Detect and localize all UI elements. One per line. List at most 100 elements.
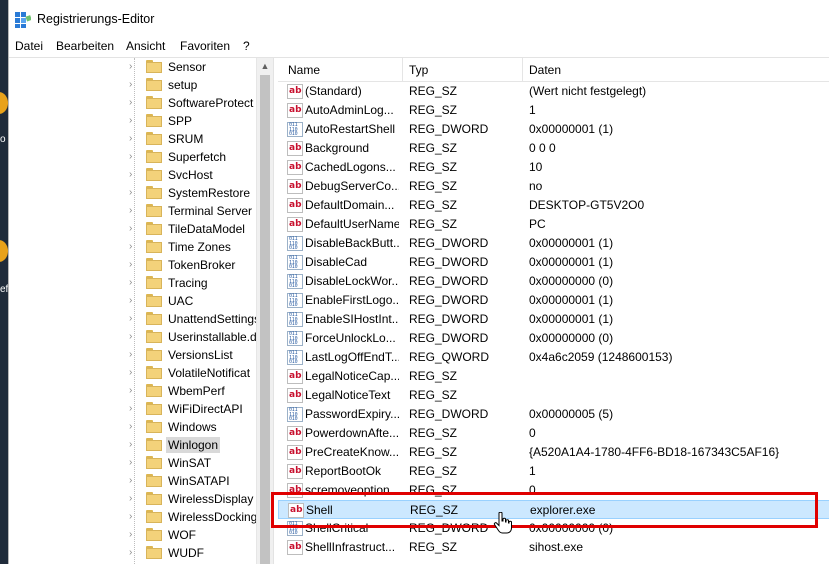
tree-item[interactable]: › TileDataModel <box>9 220 256 238</box>
tree-item[interactable]: › Time Zones <box>9 238 256 256</box>
expand-chevron-icon[interactable]: › <box>129 61 139 73</box>
expand-chevron-icon[interactable]: › <box>129 349 139 361</box>
column-header-data[interactable]: Daten <box>525 58 561 82</box>
expand-chevron-icon[interactable]: › <box>129 241 139 253</box>
expand-chevron-icon[interactable]: › <box>129 259 139 271</box>
tree-item[interactable]: › WirelessDisplay <box>9 490 256 508</box>
menu-help[interactable]: ? <box>242 39 251 53</box>
registry-value-row[interactable]: 011 110 010 EnableFirstLogo... REG_DWORD 0x00… <box>278 291 829 310</box>
expand-chevron-icon[interactable]: › <box>129 421 139 433</box>
column-divider[interactable] <box>402 58 403 82</box>
registry-value-row[interactable]: ab DebugServerCo... REG_SZ no <box>278 177 829 196</box>
registry-value-row[interactable]: 011 110 010 DisableCad REG_DWORD 0x00000001 (… <box>278 253 829 272</box>
menu-favoriten[interactable]: Favoriten <box>179 39 231 53</box>
expand-chevron-icon[interactable]: › <box>129 529 139 541</box>
expand-chevron-icon[interactable]: › <box>129 313 139 325</box>
expand-chevron-icon[interactable]: › <box>129 151 139 163</box>
tree-item[interactable]: › Superfetch <box>9 148 256 166</box>
expand-chevron-icon[interactable]: › <box>129 547 139 559</box>
expand-chevron-icon[interactable]: › <box>129 403 139 415</box>
tree-item[interactable]: › Sensor <box>9 58 256 76</box>
registry-value-row[interactable]: ab Background REG_SZ 0 0 0 <box>278 139 829 158</box>
menu-datei[interactable]: Datei <box>14 39 44 53</box>
tree-item[interactable]: › SvcHost <box>9 166 256 184</box>
scrollbar-thumb[interactable] <box>260 75 270 564</box>
folder-icon <box>146 312 162 325</box>
registry-value-row[interactable]: ab AutoAdminLog... REG_SZ 1 <box>278 101 829 120</box>
registry-value-row[interactable]: 011 110 010 ForceUnlockLo... REG_DWORD 0x0000… <box>278 329 829 348</box>
tree-item[interactable]: › WinSATAPI <box>9 472 256 490</box>
registry-value-row[interactable]: ab CachedLogons... REG_SZ 10 <box>278 158 829 177</box>
registry-value-row[interactable]: ab LegalNoticeCap... REG_SZ <box>278 367 829 386</box>
tree-item[interactable]: › VersionsList <box>9 346 256 364</box>
expand-chevron-icon[interactable]: › <box>129 133 139 145</box>
menu-ansicht[interactable]: Ansicht <box>125 39 166 53</box>
tree-item[interactable]: › UnattendSettings <box>9 310 256 328</box>
expand-chevron-icon[interactable]: › <box>129 187 139 199</box>
registry-value-row[interactable]: ab DefaultUserName REG_SZ PC <box>278 215 829 234</box>
list-header: Name Typ Daten <box>278 58 829 82</box>
expand-chevron-icon[interactable]: › <box>129 511 139 523</box>
value-type: REG_DWORD <box>409 331 489 345</box>
tree-item[interactable]: › Tracing <box>9 274 256 292</box>
tree-item[interactable]: › setup <box>9 76 256 94</box>
tree-item[interactable]: › WinSAT <box>9 454 256 472</box>
tree-item[interactable]: › Winlogon <box>9 436 256 454</box>
tree-item[interactable]: › Userinstallable.d <box>9 328 256 346</box>
tree-item[interactable]: › UAC <box>9 292 256 310</box>
desktop-app-icon[interactable] <box>0 92 8 114</box>
expand-chevron-icon[interactable]: › <box>129 277 139 289</box>
registry-value-row[interactable]: ab LegalNoticeText REG_SZ <box>278 386 829 405</box>
registry-value-row[interactable]: 011 110 010 EnableSIHostInt... REG_DWORD 0x00… <box>278 310 829 329</box>
registry-value-row[interactable]: ab PreCreateKnow... REG_SZ {A520A1A4-1780-4… <box>278 443 829 462</box>
registry-value-row[interactable]: 011 110 010 LastLogOffEndT... REG_QWORD 0x4a6… <box>278 348 829 367</box>
registry-value-row[interactable]: ab ShellInfrastruct... REG_SZ sihost.exe <box>278 538 829 557</box>
expand-chevron-icon[interactable]: › <box>129 223 139 235</box>
column-header-type[interactable]: Typ <box>405 58 428 82</box>
expand-chevron-icon[interactable]: › <box>129 493 139 505</box>
desktop-app-icon[interactable] <box>0 240 8 262</box>
tree-item[interactable]: › WirelessDocking <box>9 508 256 526</box>
expand-chevron-icon[interactable]: › <box>129 331 139 343</box>
tree-item[interactable]: › Windows <box>9 418 256 436</box>
column-divider[interactable] <box>522 58 523 82</box>
registry-tree-pane[interactable]: › Sensor › setup › SoftwareProtect › SPP › SRUM › S… <box>9 58 256 564</box>
tree-item[interactable]: › WbemPerf <box>9 382 256 400</box>
registry-value-row[interactable]: ab (Standard) REG_SZ (Wert nicht festgelegt… <box>278 82 829 101</box>
expand-chevron-icon[interactable]: › <box>129 79 139 91</box>
expand-chevron-icon[interactable]: › <box>129 439 139 451</box>
tree-item[interactable]: › WiFiDirectAPI <box>9 400 256 418</box>
expand-chevron-icon[interactable]: › <box>129 475 139 487</box>
registry-value-row[interactable]: ab DefaultDomain... REG_SZ DESKTOP-GT5V2O0 <box>278 196 829 215</box>
expand-chevron-icon[interactable]: › <box>129 169 139 181</box>
registry-value-row[interactable]: 011 110 010 DisableBackButt... REG_DWORD 0x00… <box>278 234 829 253</box>
tree-item[interactable]: › SRUM <box>9 130 256 148</box>
expand-chevron-icon[interactable]: › <box>129 295 139 307</box>
tree-item[interactable]: › SystemRestore <box>9 184 256 202</box>
tree-item[interactable]: › SPP <box>9 112 256 130</box>
tree-vertical-scrollbar[interactable]: ▲ <box>256 58 273 564</box>
expand-chevron-icon[interactable]: › <box>129 367 139 379</box>
tree-item[interactable]: › VolatileNotificat <box>9 364 256 382</box>
expand-chevron-icon[interactable]: › <box>129 457 139 469</box>
tree-item[interactable]: › TokenBroker <box>9 256 256 274</box>
registry-values-list[interactable]: Name Typ Daten ab (Standard) REG_SZ (Wert n… <box>278 58 829 564</box>
registry-value-row[interactable]: 011 110 010 AutoRestartShell REG_DWORD 0x0000… <box>278 120 829 139</box>
title-bar[interactable]: Registrierungs-Editor <box>9 0 829 38</box>
registry-value-row[interactable]: ab ReportBootOk REG_SZ 1 <box>278 462 829 481</box>
tree-item[interactable]: › Terminal Server <box>9 202 256 220</box>
tree-item[interactable]: › SoftwareProtect <box>9 94 256 112</box>
tree-item[interactable]: › WUDF <box>9 544 256 562</box>
column-header-name[interactable]: Name <box>284 58 320 82</box>
registry-value-row[interactable]: 011 110 010 DisableLockWor... REG_DWORD 0x000… <box>278 272 829 291</box>
expand-chevron-icon[interactable]: › <box>129 385 139 397</box>
expand-chevron-icon[interactable]: › <box>129 97 139 109</box>
registry-value-row[interactable]: ab PowerdownAfte... REG_SZ 0 <box>278 424 829 443</box>
expand-chevron-icon[interactable]: › <box>129 205 139 217</box>
desktop-icon-label: ef <box>0 284 8 295</box>
tree-item[interactable]: › WOF <box>9 526 256 544</box>
scroll-up-arrow-icon[interactable]: ▲ <box>257 58 273 74</box>
menu-bearbeiten[interactable]: Bearbeiten <box>55 39 115 53</box>
expand-chevron-icon[interactable]: › <box>129 115 139 127</box>
registry-value-row[interactable]: 011 110 010 PasswordExpiry... REG_DWORD 0x000… <box>278 405 829 424</box>
